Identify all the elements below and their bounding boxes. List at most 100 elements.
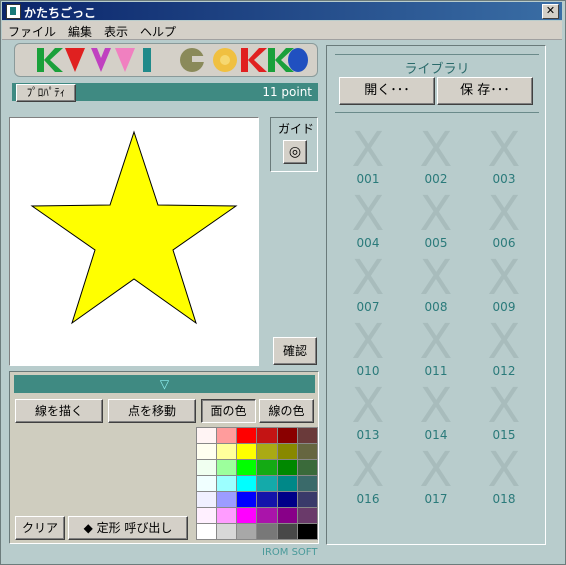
collapse-icon[interactable]: ▽ xyxy=(160,377,169,391)
palette-swatch[interactable] xyxy=(216,459,238,476)
palette-swatch[interactable] xyxy=(276,427,298,444)
palette-swatch[interactable] xyxy=(256,491,278,508)
palette-swatch[interactable] xyxy=(195,491,218,508)
palette-swatch[interactable] xyxy=(236,507,258,524)
palette-swatch[interactable] xyxy=(236,443,258,460)
library-item[interactable]: X 004 xyxy=(343,186,393,250)
library-item[interactable]: X 007 xyxy=(343,254,393,314)
palette-swatch[interactable] xyxy=(195,427,218,444)
palette-swatch[interactable] xyxy=(216,491,238,508)
library-item[interactable]: X 013 xyxy=(343,378,393,442)
library-item[interactable]: X 014 xyxy=(411,382,461,442)
library-item[interactable]: X 002 xyxy=(411,126,461,186)
library-item-number: 015 xyxy=(492,428,516,442)
clear-button[interactable]: クリア xyxy=(15,516,65,540)
template-button[interactable]: ◆ 定形 呼び出し xyxy=(68,516,188,540)
palette-swatch[interactable] xyxy=(296,475,319,492)
library-item-number: 011 xyxy=(424,364,448,378)
library-item-number: 004 xyxy=(356,236,380,250)
palette-swatch[interactable] xyxy=(195,459,218,476)
palette-swatch[interactable] xyxy=(216,507,238,524)
save-button[interactable]: 保 存･･･ xyxy=(437,77,533,105)
menu-file[interactable]: ファイル xyxy=(2,21,62,40)
library-item[interactable]: X 010 xyxy=(343,318,393,378)
palette-swatch[interactable] xyxy=(256,475,278,492)
palette-swatch[interactable] xyxy=(276,443,298,460)
library-item-number: 009 xyxy=(492,300,516,314)
empty-slot-icon: X xyxy=(419,442,453,498)
palette-swatch[interactable] xyxy=(256,427,278,444)
palette-swatch[interactable] xyxy=(256,507,278,524)
library-item[interactable]: X 009 xyxy=(479,254,529,314)
tool-panel-header[interactable]: ▽ xyxy=(14,375,315,393)
palette-swatch[interactable] xyxy=(296,507,319,524)
menu-edit[interactable]: 編集 xyxy=(62,21,98,40)
palette-swatch[interactable] xyxy=(296,523,319,540)
palette-swatch[interactable] xyxy=(195,523,218,540)
palette-swatch[interactable] xyxy=(236,459,258,476)
palette-swatch[interactable] xyxy=(296,459,319,476)
empty-slot-icon: X xyxy=(351,378,385,434)
palette-swatch[interactable] xyxy=(276,507,298,524)
library-divider-top xyxy=(335,54,539,55)
menu-help[interactable]: ヘルプ xyxy=(134,21,182,40)
palette-swatch[interactable] xyxy=(195,443,218,460)
target-icon: ◎ xyxy=(288,144,302,160)
library-item-number: 005 xyxy=(424,236,448,250)
palette-swatch[interactable] xyxy=(236,475,258,492)
palette-swatch[interactable] xyxy=(276,459,298,476)
palette-swatch[interactable] xyxy=(296,427,319,444)
library-item-number: 018 xyxy=(492,492,516,506)
guide-button[interactable]: ◎ xyxy=(283,140,307,164)
empty-slot-icon: X xyxy=(351,186,385,242)
palette-swatch[interactable] xyxy=(256,523,278,540)
palette-swatch[interactable] xyxy=(276,523,298,540)
star-shape[interactable] xyxy=(10,118,258,365)
palette-swatch[interactable] xyxy=(216,523,238,540)
library-item[interactable]: X 015 xyxy=(479,382,529,442)
empty-slot-icon: X xyxy=(351,122,385,178)
palette-swatch[interactable] xyxy=(236,491,258,508)
menu-view[interactable]: 表示 xyxy=(98,21,134,40)
menu-bar: ファイル 編集 表示 ヘルプ xyxy=(2,21,562,40)
palette-swatch[interactable] xyxy=(195,507,218,524)
palette-swatch[interactable] xyxy=(236,427,258,444)
palette-swatch[interactable] xyxy=(296,491,319,508)
palette-swatch[interactable] xyxy=(236,523,258,540)
properties-button[interactable]: ﾌﾟﾛﾊﾟﾃｨ xyxy=(16,84,76,102)
line-color-button[interactable]: 線の色 xyxy=(259,399,314,423)
palette-swatch[interactable] xyxy=(296,443,319,460)
library-item-number: 013 xyxy=(356,428,380,442)
confirm-button[interactable]: 確認 xyxy=(273,337,317,365)
open-button[interactable]: 開く･･･ xyxy=(339,77,435,105)
library-item[interactable]: X 001 xyxy=(343,122,393,186)
empty-slot-icon: X xyxy=(487,186,521,242)
library-item[interactable]: X 006 xyxy=(479,186,529,250)
library-item-number: 010 xyxy=(356,364,380,378)
palette-swatch[interactable] xyxy=(216,475,238,492)
palette-swatch[interactable] xyxy=(276,475,298,492)
palette-swatch[interactable] xyxy=(276,491,298,508)
library-item-number: 016 xyxy=(356,492,380,506)
palette-swatch[interactable] xyxy=(216,443,238,460)
library-item[interactable]: X 017 xyxy=(411,442,461,506)
library-item[interactable]: X 003 xyxy=(479,126,529,186)
library-item[interactable]: X 005 xyxy=(411,190,461,250)
palette-swatch[interactable] xyxy=(256,443,278,460)
library-item[interactable]: X 008 xyxy=(411,254,461,314)
face-color-button[interactable]: 面の色 xyxy=(201,399,256,423)
footer-credit: IROM SOFT xyxy=(262,547,318,558)
palette-swatch[interactable] xyxy=(216,427,238,444)
library-item[interactable]: X 018 xyxy=(479,446,529,506)
color-palette xyxy=(195,427,319,540)
palette-swatch[interactable] xyxy=(195,475,218,492)
close-button[interactable]: ✕ xyxy=(542,4,559,19)
library-item[interactable]: X 012 xyxy=(479,318,529,378)
library-item[interactable]: X 011 xyxy=(411,318,461,378)
palette-swatch[interactable] xyxy=(256,459,278,476)
drawing-canvas[interactable] xyxy=(9,117,259,366)
draw-line-button[interactable]: 線を描く xyxy=(15,399,103,423)
title-bar[interactable]: かたちごっこ ✕ xyxy=(2,2,562,20)
move-point-button[interactable]: 点を移動 xyxy=(108,399,196,423)
library-item[interactable]: X 016 xyxy=(343,446,393,506)
